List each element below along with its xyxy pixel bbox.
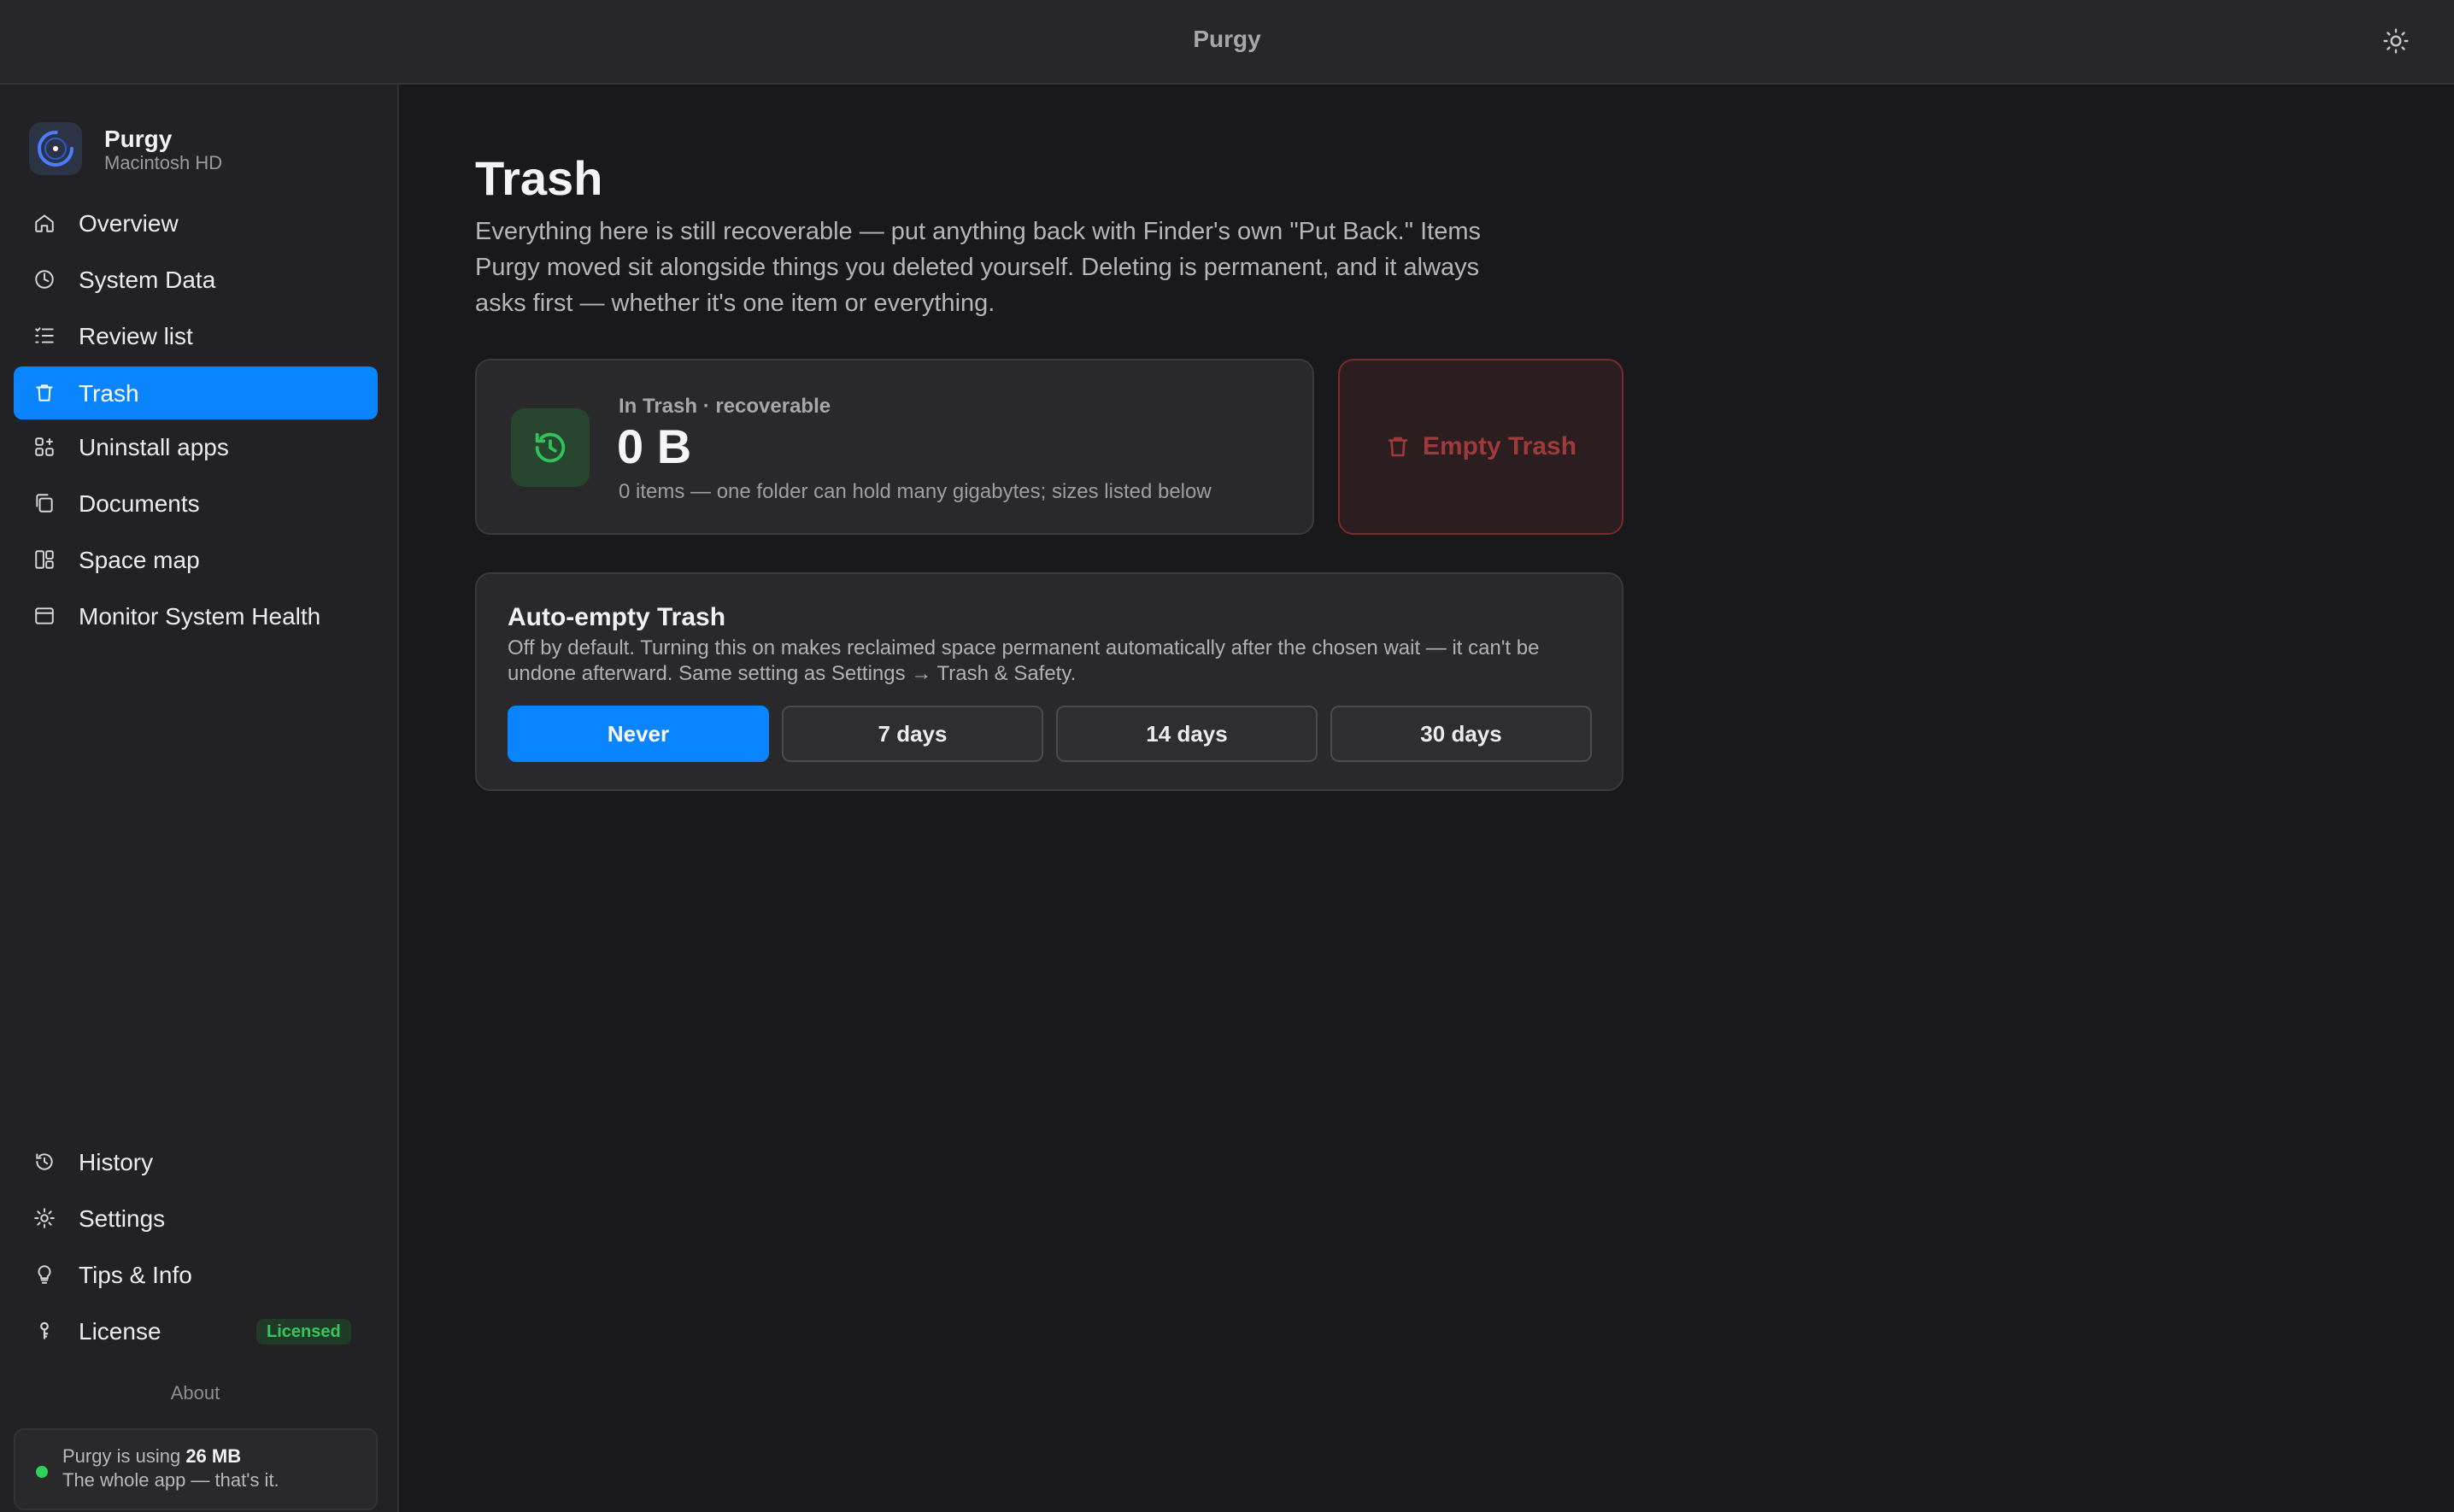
- trash-icon: [1388, 437, 1408, 457]
- app-logo-icon: [29, 122, 82, 175]
- license-status-badge: Licensed: [256, 1319, 351, 1345]
- sidebar-item-history[interactable]: History: [14, 1135, 378, 1188]
- auto-empty-option-30-days[interactable]: 30 days: [1330, 706, 1592, 762]
- sidebar-item-label: Tips & Info: [79, 1262, 192, 1288]
- lightbulb-icon: [31, 1261, 58, 1288]
- auto-empty-description: Off by default. Turning this on makes re…: [508, 636, 1540, 685]
- title-bar: Purgy: [0, 0, 2454, 85]
- auto-empty-option-never[interactable]: Never: [508, 706, 769, 762]
- trash-summary-card: In Trash · recoverable 0 B 0 items — one…: [475, 359, 1314, 535]
- sidebar-item-label: Overview: [79, 210, 179, 237]
- sidebar-item-space-map[interactable]: Space map: [14, 533, 378, 586]
- list-checks-icon: [31, 322, 58, 349]
- sidebar-item-label: Trash: [79, 380, 139, 407]
- memory-usage-prefix: Purgy is using: [62, 1445, 181, 1467]
- sidebar-item-label: History: [79, 1149, 154, 1175]
- sidebar-item-tips-info[interactable]: Tips & Info: [14, 1248, 378, 1301]
- sidebar-item-label: System Data: [79, 267, 216, 293]
- home-icon: [31, 209, 58, 237]
- app-brand: Purgy Macintosh HD: [29, 122, 388, 179]
- auto-empty-card: Auto-empty Trash Off by default. Turning…: [475, 572, 1623, 791]
- window-title: Purgy: [1193, 26, 1261, 52]
- sidebar-item-monitor-system-health[interactable]: Monitor System Health: [14, 589, 378, 642]
- sidebar-item-label: License: [79, 1318, 161, 1345]
- empty-trash-label: Empty Trash: [1422, 432, 1577, 460]
- memory-usage-amount: 26 MB: [185, 1445, 242, 1467]
- window-icon: [31, 602, 58, 630]
- app-name: Purgy: [104, 126, 173, 152]
- history-icon: [31, 1148, 58, 1175]
- auto-empty-option-7-days[interactable]: 7 days: [782, 706, 1043, 762]
- page-title: Trash: [475, 151, 603, 205]
- trash-summary-note: 0 items — one folder can hold many gigab…: [619, 480, 1212, 503]
- sidebar-item-review-list[interactable]: Review list: [14, 309, 378, 362]
- page-description: Everything here is still recoverable — p…: [475, 218, 1481, 317]
- sidebar: Purgy Macintosh HD Overview System Data …: [0, 85, 399, 1512]
- sidebar-item-uninstall-apps[interactable]: Uninstall apps: [14, 420, 378, 473]
- about-link[interactable]: About: [0, 1382, 390, 1404]
- sidebar-item-system-data[interactable]: System Data: [14, 253, 378, 306]
- sidebar-item-label: Documents: [79, 490, 200, 517]
- gear-icon: [31, 1204, 58, 1232]
- trash-summary-label: In Trash · recoverable: [619, 395, 831, 418]
- memory-usage-card: Purgy is using 26 MB The whole app — tha…: [14, 1428, 378, 1510]
- status-dot: [36, 1466, 48, 1478]
- sidebar-item-label: Space map: [79, 547, 200, 573]
- memory-usage-note: The whole app — that's it.: [62, 1469, 279, 1491]
- sidebar-item-settings[interactable]: Settings: [14, 1192, 378, 1245]
- sidebar-item-documents[interactable]: Documents: [14, 477, 378, 530]
- documents-icon: [31, 489, 58, 517]
- sidebar-item-overview[interactable]: Overview: [14, 196, 378, 249]
- theme-toggle-button[interactable]: [2381, 26, 2411, 56]
- volume-name: Macintosh HD: [104, 152, 223, 173]
- memory-usage-line: Purgy is using 26 MB: [62, 1445, 241, 1468]
- auto-empty-option-14-days[interactable]: 14 days: [1056, 706, 1318, 762]
- sidebar-item-trash[interactable]: Trash: [14, 366, 378, 419]
- space-map-icon: [31, 546, 58, 573]
- sun-icon: [2383, 28, 2409, 54]
- trash-size-value: 0 B: [617, 419, 692, 473]
- clock-pie-icon: [31, 266, 58, 293]
- sidebar-item-license[interactable]: License Licensed: [14, 1304, 378, 1357]
- sidebar-item-label: Review list: [79, 323, 193, 349]
- trash-icon: [31, 379, 58, 407]
- restore-history-icon: [511, 408, 590, 487]
- key-icon: [31, 1317, 58, 1345]
- empty-trash-button[interactable]: Empty Trash: [1338, 359, 1623, 535]
- sidebar-item-label: Settings: [79, 1205, 166, 1232]
- auto-empty-title: Auto-empty Trash: [508, 603, 726, 631]
- sidebar-item-label: Monitor System Health: [79, 603, 321, 630]
- sidebar-item-label: Uninstall apps: [79, 434, 229, 460]
- apps-grid-icon: [31, 433, 58, 460]
